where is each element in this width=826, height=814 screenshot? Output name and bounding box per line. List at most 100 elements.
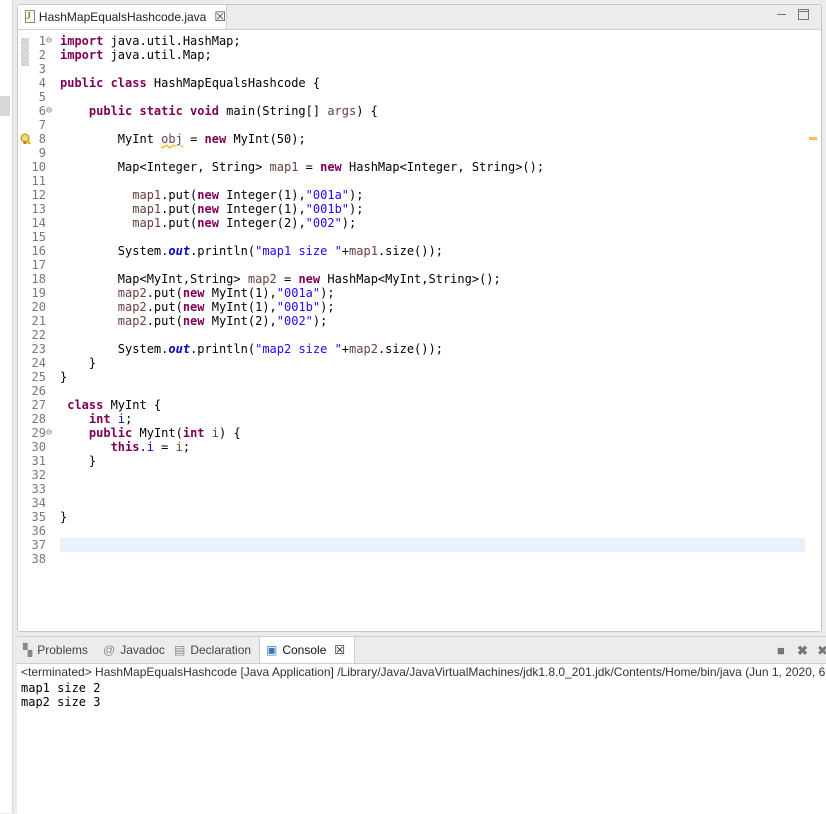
code-text: public class HashMapEqualsHashcode { [60,76,321,90]
code-line[interactable]: 1 ⊖ import java.util.HashMap; [18,34,821,48]
line-number: 33 [31,482,46,496]
line-number: 36 [31,524,46,538]
code-line[interactable]: 19 map2.put(new MyInt(1),"001a"); [18,286,821,300]
line-number: 35 [31,510,46,524]
line-number: 27 [31,398,46,412]
console-output-line: map1 size 2 [21,681,101,695]
minimize-button[interactable] [776,9,787,20]
tab-declaration-label: Declaration [190,643,252,657]
code-line[interactable]: 22 [18,328,821,342]
console-launch-info: <terminated> HashMapEqualsHashcode [Java… [21,665,826,679]
tab-console[interactable]: ▣ Console ☒ [259,637,355,663]
code-line[interactable]: 3 [18,62,821,76]
code-text: map2.put(new MyInt(1),"001a"); [117,286,335,300]
code-text: int i; [88,412,133,426]
code-text: } [60,370,68,384]
tab-javadoc[interactable]: @ Javadoc [103,637,165,663]
line-number: 13 [31,202,46,216]
code-line[interactable]: 20 map2.put(new MyInt(1),"001b"); [18,300,821,314]
code-line[interactable]: 4 public class HashMapEqualsHashcode { [18,76,821,90]
code-line[interactable]: 25} [18,370,821,384]
code-line[interactable]: 28 int i; [18,412,821,426]
line-number: 12 [31,188,46,202]
remove-all-icon[interactable]: ✖ [817,643,826,659]
line-number: 23 [31,342,46,356]
code-line[interactable]: 6 ⊖ public static void main(String[] args… [18,104,821,118]
java-file-icon: J [24,10,35,24]
line-number: 7 [38,118,46,132]
fold-toggle-icon[interactable]: ⊖ [46,34,52,48]
console-output[interactable]: map1 size 2 map2 size 3 [21,681,100,709]
line-number: 20 [31,300,46,314]
line-number: 30 [31,440,46,454]
warning-lightbulb-icon[interactable] [20,133,32,145]
tab-javadoc-label: Javadoc [120,643,165,657]
editor-tab-file[interactable]: J HashMapEqualsHashcode.java ☒ [18,5,227,29]
line-number: 34 [31,496,46,510]
code-line[interactable]: 10 Map<Integer, String> map1 = new HashM… [18,160,821,174]
console-output-line: map2 size 3 [21,695,101,709]
tab-declaration[interactable]: ▤ Declaration [174,637,251,663]
code-line[interactable]: 14 map1.put(new Integer(2),"002"); [18,216,821,230]
code-line[interactable]: 36 [18,524,821,538]
line-number: 4 [38,76,46,90]
code-line[interactable]: 27 class MyInt { [18,398,821,412]
code-line[interactable]: 13 map1.put(new Integer(1),"001b"); [18,202,821,216]
code-text: System.out.println("map1 size "+map1.siz… [60,244,443,258]
left-edge-strip [0,0,13,813]
code-line[interactable]: 32 [18,468,821,482]
code-line[interactable]: 21 map2.put(new MyInt(2),"002"); [18,314,821,328]
remove-launch-icon[interactable]: ✖ [797,643,808,659]
line-number: 1 [38,34,46,48]
code-line[interactable]: 15 [18,230,821,244]
at-sign-icon: @ [103,643,116,657]
code-text: map1.put(new Integer(2),"002"); [132,216,357,230]
close-icon[interactable]: ☒ [214,9,226,25]
fold-toggle-icon[interactable]: ⊖ [46,426,52,440]
code-line[interactable]: 35} [18,510,821,524]
line-number: 18 [31,272,46,286]
console-pane: ▚ Problems @ Javadoc ▤ Declaration ▣ Con… [17,636,826,814]
editor-pane: J HashMapEqualsHashcode.java ☒ 1 ⊖ import … [17,4,822,632]
code-line[interactable]: 12 map1.put(new Integer(1),"001a"); [18,188,821,202]
line-number: 32 [31,468,46,482]
line-number: 11 [31,174,46,188]
view-tab-bar: ▚ Problems @ Javadoc ▤ Declaration ▣ Con… [17,637,826,664]
line-number: 9 [38,146,46,160]
code-line[interactable]: 9 [18,146,821,160]
code-line[interactable]: 23 System.out.println("map2 size "+map2.… [18,342,821,356]
code-line[interactable]: 33 [18,482,821,496]
code-line[interactable]: 8 MyInt obj = new MyInt(50); [18,132,821,146]
code-line[interactable]: 30 this.i = i; [18,440,821,454]
code-line[interactable]: 38 [18,552,821,566]
code-text: } [60,510,68,524]
line-number: 22 [31,328,46,342]
fold-toggle-icon[interactable]: ⊖ [46,104,52,118]
code-line[interactable]: 26 [18,384,821,398]
code-line[interactable]: 29 ⊖ public MyInt(int i) { [18,426,821,440]
line-number: 16 [31,244,46,258]
code-line[interactable]: 31 } [18,454,821,468]
code-line[interactable]: 2 import java.util.Map; [18,48,821,62]
code-line[interactable]: 17 [18,258,821,272]
line-number: 15 [31,230,46,244]
code-line[interactable]: 11 [18,174,821,188]
tab-problems[interactable]: ▚ Problems [23,637,88,663]
code-text: } [60,454,97,468]
line-number: 31 [31,454,46,468]
code-line[interactable]: 24 } [18,356,821,370]
code-line[interactable]: 5 [18,90,821,104]
code-line[interactable]: 18 Map<MyInt,String> map2 = new HashMap<… [18,272,821,286]
code-line[interactable]: 37 [18,538,821,552]
maximize-button[interactable] [798,9,809,20]
code-line[interactable]: 16 System.out.println("map1 size "+map1.… [18,244,821,258]
line-number: 29 [31,426,46,440]
close-icon[interactable]: ☒ [334,643,345,657]
code-text: public static void main(String[] args) { [88,104,378,118]
code-line[interactable]: 34 [18,496,821,510]
code-line[interactable]: 7 [18,118,821,132]
code-editor[interactable]: 1 ⊖ import java.util.HashMap; 2 import java.… [18,30,821,631]
line-number: 26 [31,384,46,398]
terminate-icon[interactable]: ■ [777,643,785,658]
line-number: 6 [38,104,46,118]
